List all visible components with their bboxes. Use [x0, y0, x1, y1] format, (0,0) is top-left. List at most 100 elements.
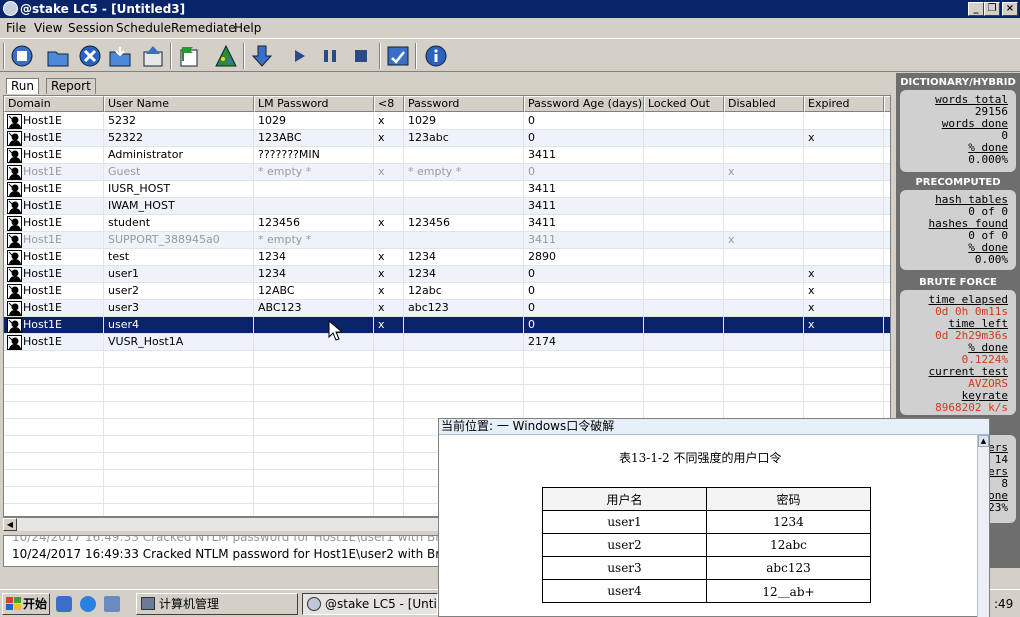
col-domain[interactable]: Domain [4, 96, 104, 112]
cell-disabled: x [724, 164, 804, 181]
cell-locked [644, 249, 724, 266]
explorer-icon[interactable] [104, 596, 120, 612]
cell-disabled [724, 334, 804, 351]
wizard-icon[interactable] [212, 42, 240, 70]
empty-cell [404, 385, 524, 402]
empty-cell [4, 436, 104, 453]
horizontal-scrollbar[interactable]: ◀ [3, 517, 439, 531]
pause-icon[interactable] [316, 42, 344, 70]
tab-report[interactable]: Report [46, 78, 96, 94]
scroll-left-icon[interactable]: ◀ [3, 518, 17, 531]
table-row[interactable]: Host1E 52322 123ABC x 123abc 0 x [4, 130, 890, 147]
menu-session[interactable]: Session [68, 21, 114, 35]
table-row[interactable]: Host1E Administrator ???????MIN 3411 [4, 147, 890, 164]
export-icon[interactable] [175, 42, 203, 70]
header-password: 密码 [706, 487, 871, 511]
cell-pw: abc123 [404, 300, 524, 317]
precomputed-section: hash tables 0 of 0 hashes found 0 of 0 %… [900, 190, 1016, 270]
scroll-up-icon[interactable]: ▲ [978, 435, 989, 447]
browser-icon[interactable] [80, 596, 96, 612]
stop-icon[interactable] [347, 42, 375, 70]
import-icon[interactable] [139, 42, 167, 70]
empty-cell [724, 402, 804, 419]
open-icon[interactable] [44, 42, 72, 70]
menu-help[interactable]: Help [234, 21, 261, 35]
col-locked-out[interactable]: Locked Out [644, 96, 724, 112]
desktop-icon[interactable] [56, 596, 72, 612]
cell-domain: Host1E [4, 266, 104, 283]
computer-icon [141, 597, 155, 610]
col-password[interactable]: Password [404, 96, 524, 112]
cell-pw: 1029 [404, 113, 524, 130]
cell-domain: Host1E [4, 232, 104, 249]
menu-view[interactable]: View [34, 21, 62, 35]
empty-cell [404, 368, 524, 385]
cell-pw: 1234 [404, 249, 524, 266]
table-row[interactable]: Host1E VUSR_Host1A 2174 [4, 334, 890, 351]
cell-lt8: x [374, 283, 404, 300]
col-lt8[interactable]: <8 [374, 96, 404, 112]
table-row[interactable]: Host1E user4 x 0 x [4, 317, 890, 334]
col-disabled[interactable]: Disabled [724, 96, 804, 112]
start-button[interactable]: 开始 [2, 593, 50, 615]
table-row[interactable]: Host1E IUSR_HOST 3411 [4, 181, 890, 198]
table-row[interactable]: Host1E user1 1234 x 1234 0 x [4, 266, 890, 283]
table-row: user1 1234 [542, 510, 871, 534]
cell-lm [254, 181, 374, 198]
download-icon[interactable] [248, 42, 276, 70]
cell-pw [404, 317, 524, 334]
table-row[interactable]: Host1E user3 ABC123 x abc123 0 x [4, 300, 890, 317]
empty-cell [4, 453, 104, 470]
play-icon[interactable] [285, 42, 313, 70]
col-user-name[interactable]: User Name [104, 96, 254, 112]
empty-cell [104, 351, 254, 368]
table-row[interactable]: Host1E test 1234 x 1234 2890 [4, 249, 890, 266]
cell-domain: Host1E [4, 249, 104, 266]
cell-disabled [724, 249, 804, 266]
table-row[interactable]: Host1E student 123456 x 123456 3411 [4, 215, 890, 232]
empty-cell [254, 504, 374, 516]
minimize-button[interactable]: _ [968, 2, 984, 16]
col-lm-password[interactable]: LM Password [254, 96, 374, 112]
menu-file[interactable]: File [6, 21, 26, 35]
taskbar-item-lc5[interactable]: @stake LC5 - [Untitled3] [302, 593, 438, 615]
col-password-age[interactable]: Password Age (days) [524, 96, 644, 112]
table-row[interactable]: Host1E Guest * empty * x * empty * 0 x [4, 164, 890, 181]
close-icon[interactable] [76, 42, 104, 70]
empty-row [4, 385, 890, 402]
table-row[interactable]: Host1E user2 12ABC x 12abc 0 x [4, 283, 890, 300]
table-header-row: 用户名 密码 [542, 487, 871, 511]
cell-user: IUSR_HOST [104, 181, 254, 198]
restore-button[interactable]: ❐ [984, 2, 1000, 16]
cell-expired: x [804, 283, 884, 300]
cell-locked [644, 198, 724, 215]
cell-expired: x [804, 266, 884, 283]
empty-cell [404, 402, 524, 419]
start-label: 开始 [23, 597, 48, 611]
new-session-icon[interactable] [8, 42, 36, 70]
table-row[interactable]: Host1E IWAM_HOST 3411 [4, 198, 890, 215]
cell-lt8: x [374, 130, 404, 147]
cell-user: test [104, 249, 254, 266]
cell-expired [804, 113, 884, 130]
empty-cell [4, 402, 104, 419]
table-row[interactable]: Host1E 5232 1029 x 1029 0 [4, 113, 890, 130]
tab-run[interactable]: Run [6, 78, 40, 94]
taskbar-item-computer-management[interactable]: 计算机管理 [136, 593, 298, 615]
menu-remediate[interactable]: Remediate [171, 21, 236, 35]
log-line: 10/24/2017 16:49:33 Cracked NTLM passwor… [12, 547, 439, 561]
about-icon[interactable] [422, 42, 450, 70]
close-button[interactable]: × [1002, 2, 1018, 16]
document-overlay: 当前位置: 一 Windows口令破解 表13-1-2 不同强度的用户口令 用户… [438, 418, 990, 617]
cell-domain: Host1E [4, 164, 104, 181]
settings-icon[interactable] [384, 42, 412, 70]
menu-schedule[interactable]: Schedule [116, 21, 171, 35]
table-row[interactable]: Host1E SUPPORT_388945a0 * empty * 3411 x [4, 232, 890, 249]
save-icon[interactable] [106, 42, 134, 70]
col-expired[interactable]: Expired [804, 96, 884, 112]
table-row: user4 12＿ab+ [542, 579, 871, 603]
col-extra [884, 96, 890, 112]
empty-cell [374, 504, 404, 516]
empty-cell [524, 351, 644, 368]
vertical-scrollbar[interactable]: ▲ [977, 435, 989, 617]
